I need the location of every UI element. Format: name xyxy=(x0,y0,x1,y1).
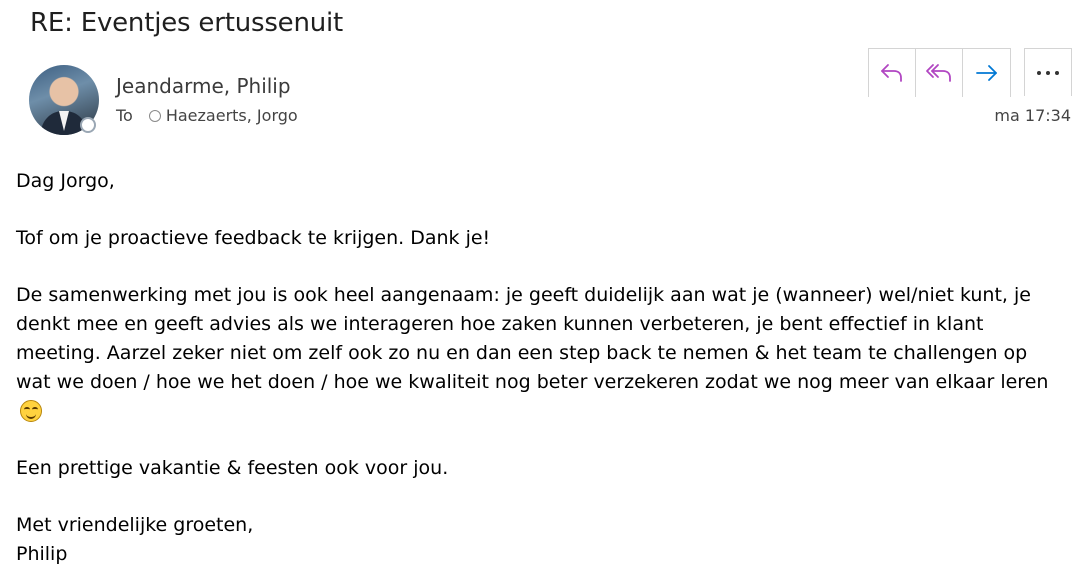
body-paragraph-1: Tof om je proactieve feedback te krijgen… xyxy=(16,227,491,249)
closing-block: Met vriendelijke groeten, Philip xyxy=(16,511,1066,569)
presence-status-icon xyxy=(80,117,96,133)
reply-all-button[interactable] xyxy=(916,49,963,97)
closing: Met vriendelijke groeten, xyxy=(16,514,254,536)
reply-all-icon xyxy=(926,64,951,82)
greeting: Dag Jorgo, xyxy=(16,170,115,192)
sent-timestamp: ma 17:34 xyxy=(994,106,1071,125)
email-body: Dag Jorgo, Tof om je proactieve feedback… xyxy=(16,167,1066,569)
smiley-emoji-icon xyxy=(20,400,42,422)
more-actions-button[interactable] xyxy=(1024,48,1072,96)
signature: Philip xyxy=(16,543,68,565)
body-paragraph-3: Een prettige vakantie & feesten ook voor… xyxy=(16,457,449,479)
message-actions xyxy=(868,48,1011,97)
more-icon-dot xyxy=(1046,70,1050,75)
recipient-name: Haezaerts, Jorgo xyxy=(165,106,298,125)
email-subject: RE: Eventjes ertussenuit xyxy=(30,8,344,38)
smiley-mouth xyxy=(26,412,36,419)
body-paragraph-2: De samenwerking met jou is ook heel aang… xyxy=(16,284,1049,393)
recipient-presence-icon xyxy=(148,109,161,122)
recipients-row: To Haezaerts, Jorgo xyxy=(116,106,298,125)
to-label: To xyxy=(116,106,133,125)
reply-icon xyxy=(881,64,902,82)
more-icon-dot xyxy=(1055,70,1059,75)
more-icon xyxy=(1037,70,1041,75)
body-paragraph-2-wrapper: De samenwerking met jou is ook heel aang… xyxy=(16,281,1066,426)
recipient-chip[interactable]: Haezaerts, Jorgo xyxy=(148,106,298,125)
sender-name[interactable]: Jeandarme, Philip xyxy=(116,74,291,98)
forward-button[interactable] xyxy=(963,49,1010,97)
forward-icon xyxy=(975,65,997,81)
reply-button[interactable] xyxy=(869,49,916,97)
